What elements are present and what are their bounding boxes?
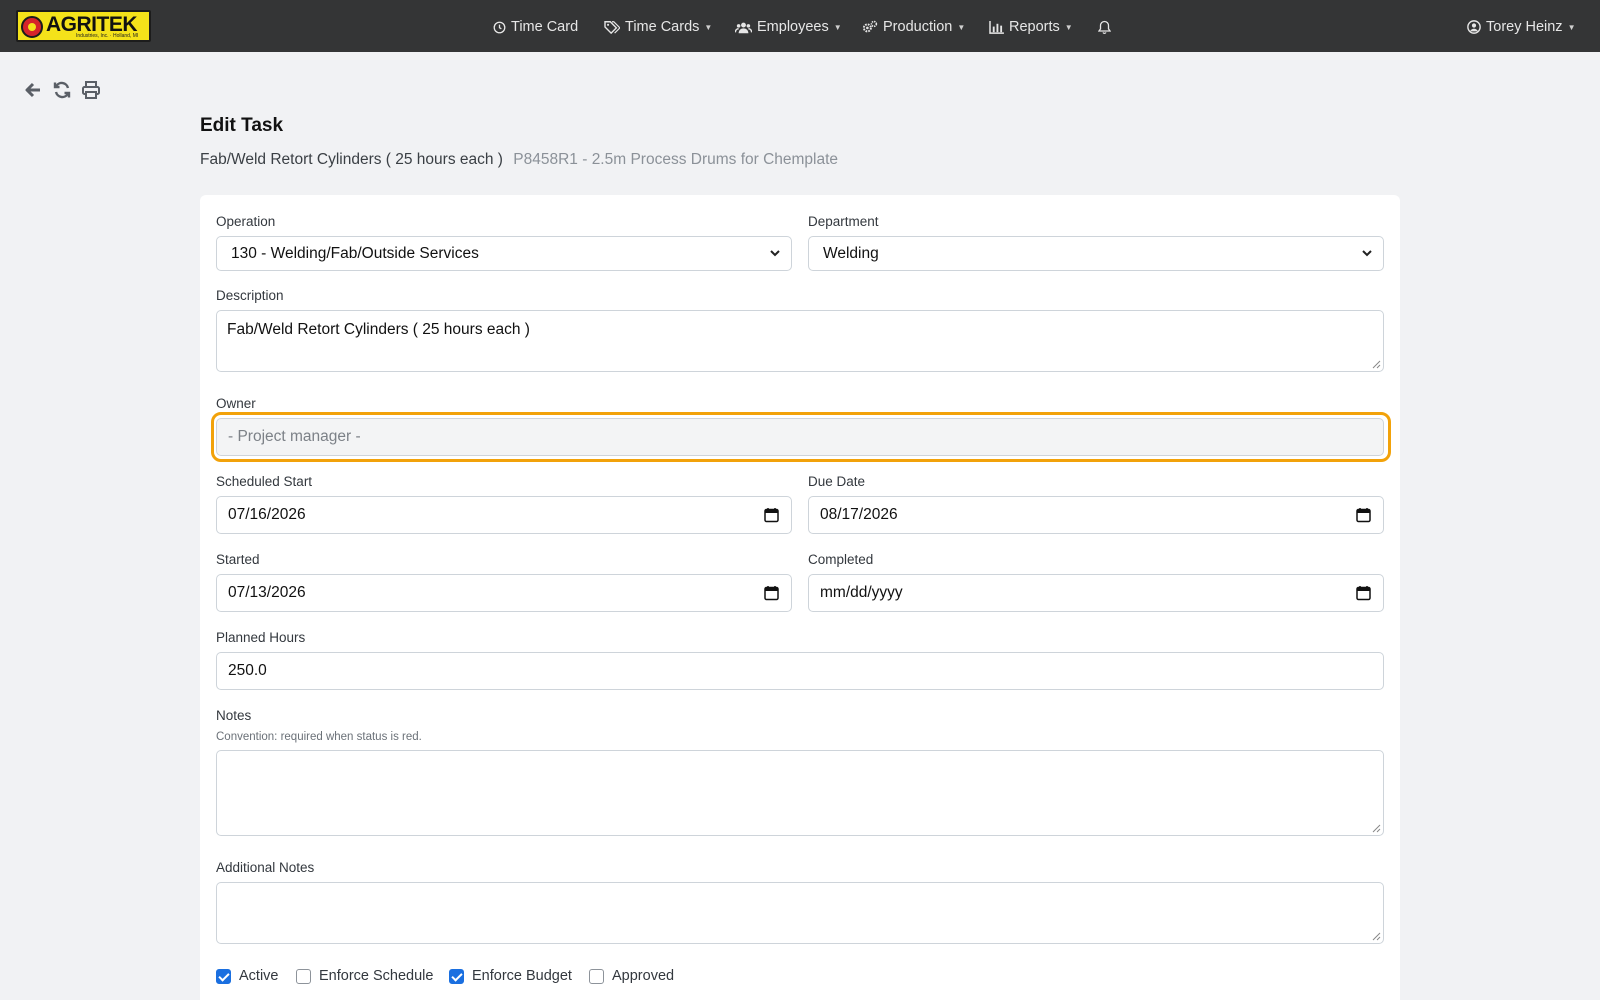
due-date-label: Due Date <box>808 474 866 489</box>
resize-handle-icon[interactable] <box>1372 824 1381 833</box>
calendar-icon[interactable] <box>764 585 779 601</box>
chevron-down-icon: ▼ <box>1567 22 1576 32</box>
nav-employees[interactable]: Employees ▼ <box>735 17 842 37</box>
started-label: Started <box>216 552 260 567</box>
checkbox-checked-icon[interactable] <box>449 968 464 984</box>
page-subtitle: Fab/Weld Retort Cylinders ( 25 hours eac… <box>200 151 838 169</box>
bar-chart-icon <box>989 20 1004 34</box>
notes-label: Notes <box>216 708 252 723</box>
completed-label: Completed <box>808 552 874 567</box>
started-input[interactable]: 07/13/2026 <box>216 574 792 612</box>
completed-value: mm/dd/yyyy <box>820 584 903 601</box>
nav-time-card[interactable]: Time Card <box>493 17 578 37</box>
notifications-button[interactable] <box>1098 17 1116 37</box>
gears-icon <box>862 20 878 33</box>
completed-input[interactable]: mm/dd/yyyy <box>808 574 1384 612</box>
due-date-value: 08/17/2026 <box>820 506 898 523</box>
enforce-budget-checkbox-label: Enforce Budget <box>472 968 572 984</box>
chevron-down-icon: ▼ <box>957 22 966 32</box>
department-label: Department <box>808 214 879 229</box>
user-name: Torey Heinz <box>1486 19 1563 35</box>
due-date-input[interactable]: 08/17/2026 <box>808 496 1384 534</box>
department-value: Welding <box>823 244 879 262</box>
enforce-schedule-checkbox[interactable]: Enforce Schedule <box>296 968 433 984</box>
enforce-schedule-checkbox-label: Enforce Schedule <box>319 968 434 984</box>
active-checkbox-label: Active <box>239 968 279 984</box>
scheduled-start-value: 07/16/2026 <box>228 506 306 523</box>
user-circle-icon <box>1467 20 1481 34</box>
enforce-budget-checkbox[interactable]: Enforce Budget <box>449 968 572 984</box>
owner-placeholder: - Project manager - <box>228 428 361 445</box>
operation-select[interactable]: 130 - Welding/Fab/Outside Services <box>216 236 792 271</box>
chevron-down-icon: ▼ <box>1064 22 1073 32</box>
planned-hours-label: Planned Hours <box>216 630 306 645</box>
print-icon[interactable] <box>81 80 101 100</box>
chevron-down-icon: ▼ <box>833 22 842 32</box>
owner-label: Owner <box>216 396 256 411</box>
calendar-icon[interactable] <box>1356 507 1371 523</box>
approved-checkbox-label: Approved <box>612 968 675 984</box>
refresh-icon[interactable] <box>52 80 72 100</box>
description-label: Description <box>216 288 284 303</box>
nav-reports-label: Reports <box>1009 19 1060 35</box>
users-icon <box>735 22 752 33</box>
nav-time-card-label: Time Card <box>511 19 579 35</box>
nav-production-label: Production <box>883 19 953 35</box>
description-textarea[interactable]: Fab/Weld Retort Cylinders ( 25 hours eac… <box>216 310 1384 372</box>
owner-input[interactable]: - Project manager - <box>216 418 1384 456</box>
active-checkbox[interactable]: Active <box>216 968 279 984</box>
resize-handle-icon[interactable] <box>1372 932 1381 941</box>
chevron-down-icon: ▼ <box>704 22 713 32</box>
checkbox-unchecked-icon[interactable] <box>589 968 604 984</box>
logo-emblem-icon <box>21 16 43 38</box>
page-title: Edit Task <box>200 115 284 136</box>
nav-employees-label: Employees <box>757 19 829 35</box>
calendar-icon[interactable] <box>764 507 779 523</box>
nav-production[interactable]: Production ▼ <box>862 17 965 37</box>
operation-label: Operation <box>216 214 276 229</box>
approved-checkbox[interactable]: Approved <box>589 968 674 984</box>
back-arrow-icon[interactable] <box>23 80 43 100</box>
agritek-logo[interactable]: AGRITEK Industries, Inc. · Holland, MI <box>16 10 151 42</box>
logo-tagline: Industries, Inc. · Holland, MI <box>76 33 139 39</box>
started-value: 07/13/2026 <box>228 584 306 601</box>
bell-icon <box>1098 20 1111 34</box>
scheduled-start-input[interactable]: 07/16/2026 <box>216 496 792 534</box>
nav-time-cards[interactable]: Time Cards ▼ <box>604 17 712 37</box>
calendar-icon[interactable] <box>1356 585 1371 601</box>
planned-hours-value: 250.0 <box>228 662 267 679</box>
planned-hours-input[interactable]: 250.0 <box>216 652 1384 690</box>
tags-icon <box>604 21 620 34</box>
department-select[interactable]: Welding <box>808 236 1384 271</box>
checkbox-checked-icon[interactable] <box>216 968 231 984</box>
notes-textarea[interactable] <box>216 750 1384 836</box>
chevron-down-icon <box>770 250 780 257</box>
clock-icon <box>493 21 506 33</box>
top-navbar: AGRITEK Industries, Inc. · Holland, MI T… <box>0 0 1600 52</box>
operation-value: 130 - Welding/Fab/Outside Services <box>231 244 479 262</box>
notes-help-text: Convention: required when status is red. <box>216 731 422 743</box>
additional-notes-label: Additional Notes <box>216 860 315 875</box>
nav-time-cards-label: Time Cards <box>625 19 700 35</box>
scheduled-start-label: Scheduled Start <box>216 474 313 489</box>
additional-notes-textarea[interactable] <box>216 882 1384 944</box>
chevron-down-icon <box>1362 250 1372 257</box>
checkbox-unchecked-icon[interactable] <box>296 968 311 984</box>
nav-reports[interactable]: Reports ▼ <box>989 17 1073 37</box>
task-name: Fab/Weld Retort Cylinders ( 25 hours eac… <box>200 151 503 168</box>
project-name: P8458R1 - 2.5m Process Drums for Chempla… <box>513 151 839 168</box>
description-value: Fab/Weld Retort Cylinders ( 25 hours eac… <box>227 321 530 338</box>
resize-handle-icon[interactable] <box>1372 360 1381 369</box>
user-menu[interactable]: Torey Heinz ▼ <box>1467 17 1575 37</box>
